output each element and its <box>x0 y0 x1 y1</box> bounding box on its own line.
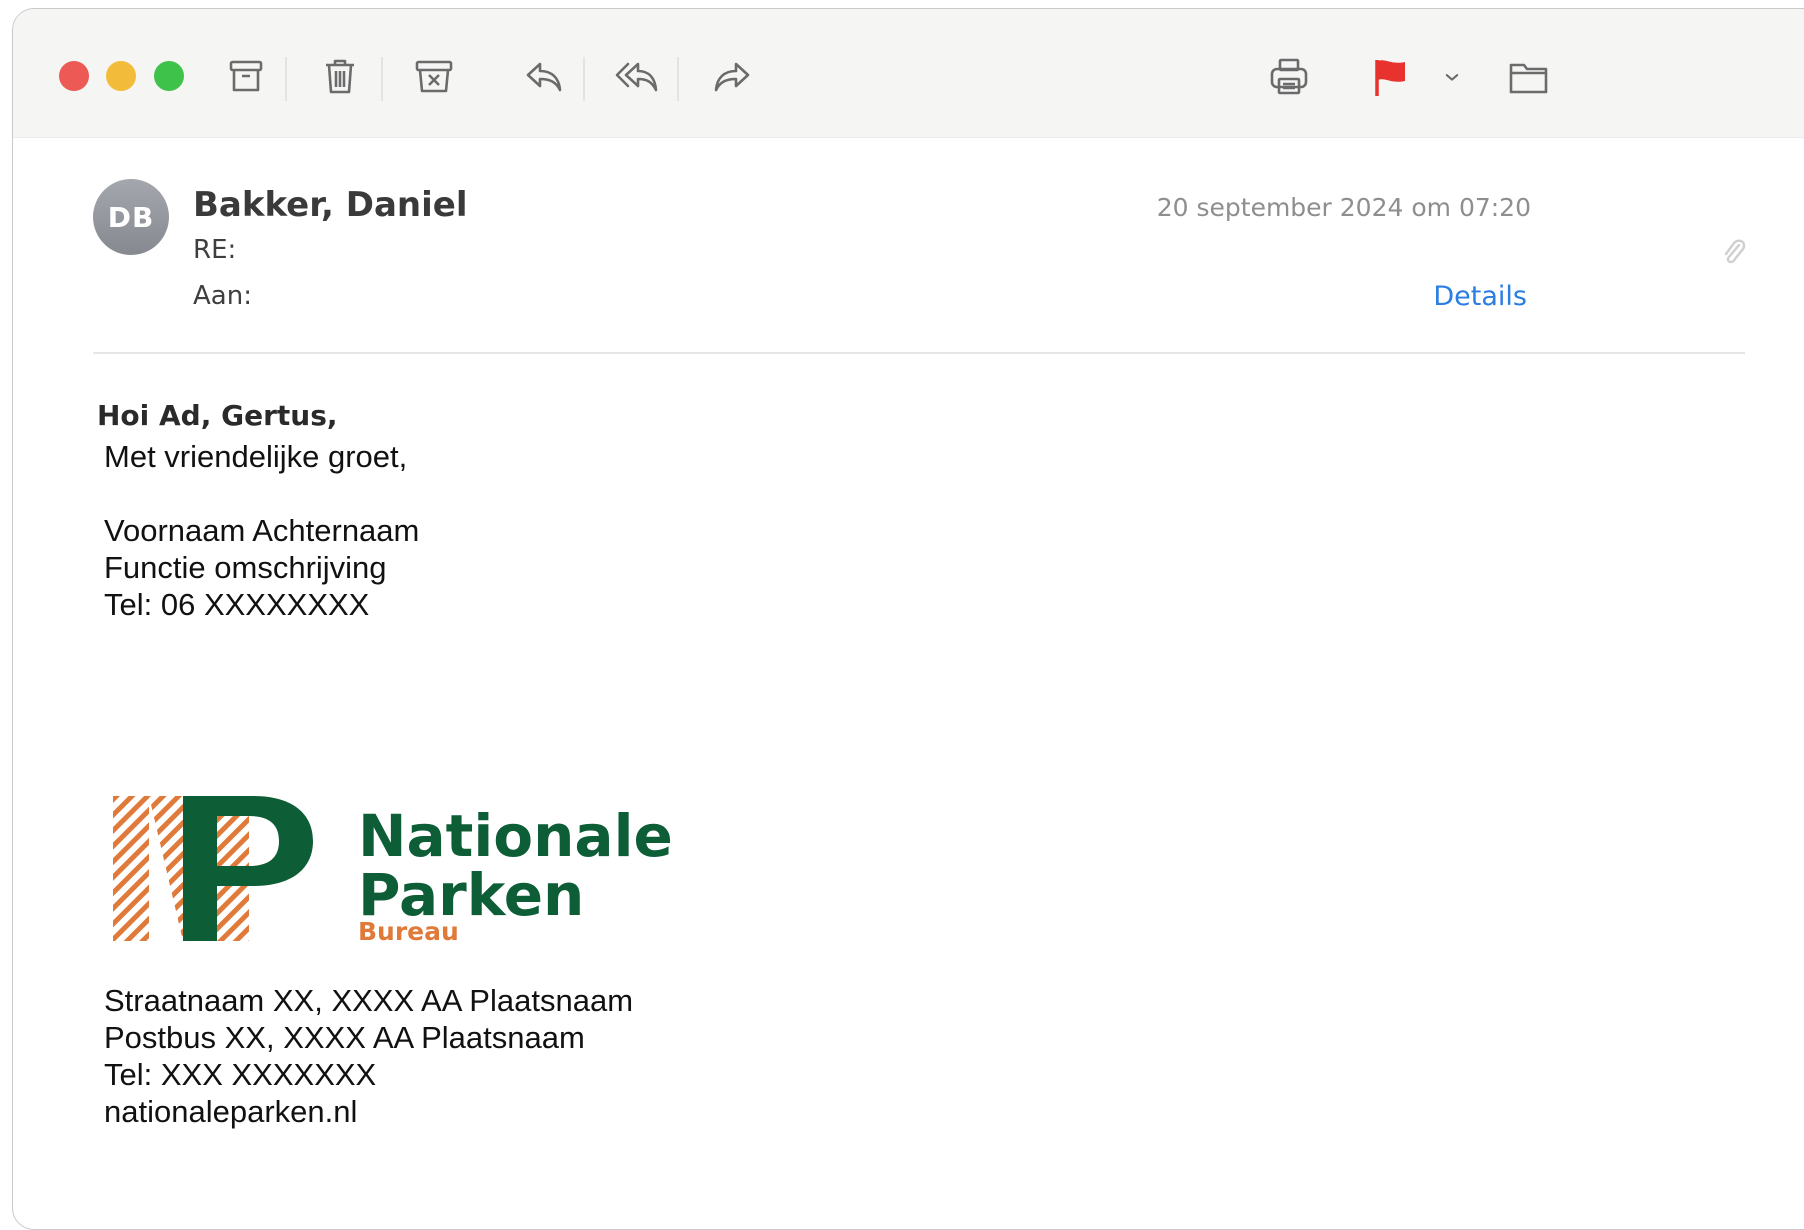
toolbar-separator <box>381 57 383 101</box>
close-window-button[interactable] <box>59 61 89 91</box>
signature-name: Voornaam Achternaam <box>104 513 420 548</box>
np-logo-mark <box>113 796 313 941</box>
signature-phone: Tel: 06 XXXXXXXX <box>104 587 370 622</box>
footer-postbus: Postbus XX, XXXX AA Plaatsnaam <box>104 1020 585 1055</box>
sender-name[interactable]: Bakker, Daniel <box>193 185 468 225</box>
avatar: DB <box>93 179 169 255</box>
toolbar <box>13 9 1804 138</box>
greeting-text: Hoi Ad, Gertus, <box>97 399 338 432</box>
signature-role: Functie omschrijving <box>104 550 387 585</box>
trash-icon[interactable] <box>314 51 366 103</box>
reply-all-icon[interactable] <box>611 51 663 103</box>
minimize-window-button[interactable] <box>106 61 136 91</box>
logo-line-parken: Parken <box>358 861 585 929</box>
mail-window: DB Bakker, Daniel RE: Aan: 20 september … <box>12 8 1804 1230</box>
footer-website[interactable]: nationaleparken.nl <box>104 1094 357 1130</box>
toolbar-separator <box>583 57 585 101</box>
closing-text: Met vriendelijke groet, <box>104 439 408 474</box>
chevron-down-icon[interactable] <box>1437 51 1467 103</box>
details-link[interactable]: Details <box>1433 281 1527 312</box>
logo-line-bureau: Bureau <box>358 917 459 946</box>
print-icon[interactable] <box>1263 51 1315 103</box>
logo-line-nationale: Nationale <box>358 802 673 870</box>
recipient-label: Aan: <box>193 281 252 311</box>
avatar-initials: DB <box>107 200 155 234</box>
subject-line: RE: <box>193 235 237 265</box>
reply-icon[interactable] <box>519 51 571 103</box>
toolbar-separator <box>285 57 287 101</box>
message-date: 20 september 2024 om 07:20 <box>1156 193 1531 222</box>
header-divider <box>93 352 1745 354</box>
toolbar-separator <box>677 57 679 101</box>
footer-street: Straatnaam XX, XXXX AA Plaatsnaam <box>104 983 634 1018</box>
zoom-window-button[interactable] <box>154 61 184 91</box>
flag-icon[interactable] <box>1364 51 1416 103</box>
junk-icon[interactable] <box>408 51 460 103</box>
paperclip-icon <box>1719 237 1747 267</box>
forward-icon[interactable] <box>705 51 757 103</box>
folder-icon[interactable] <box>1503 51 1555 103</box>
footer-phone: Tel: XXX XXXXXXX <box>104 1057 377 1092</box>
archive-icon[interactable] <box>220 51 272 103</box>
